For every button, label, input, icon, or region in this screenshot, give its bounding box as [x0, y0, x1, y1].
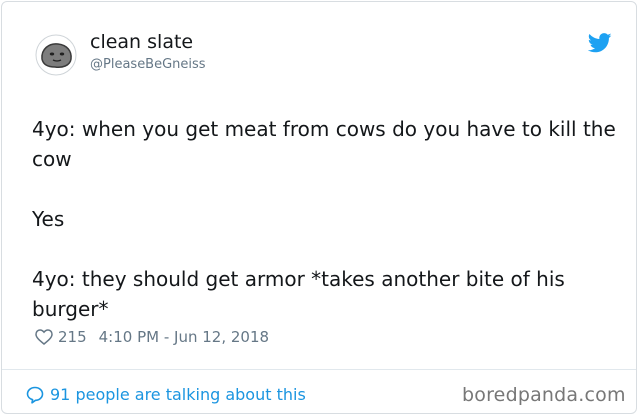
speech-bubble-icon — [26, 386, 44, 404]
twitter-bird-icon[interactable] — [588, 33, 612, 53]
like-count[interactable]: 215 — [58, 328, 87, 346]
tweet-card: clean slate @PleaseBeGneiss 4yo: when yo… — [1, 1, 637, 414]
tweet-line-1: 4yo: when you get meat from cows do you … — [32, 117, 616, 171]
avatar[interactable] — [35, 34, 77, 76]
talking-text: 91 people are talking about this — [50, 385, 306, 404]
tweet-timestamp[interactable]: 4:10 PM - Jun 12, 2018 — [99, 328, 269, 346]
watermark: boredpanda.com — [462, 384, 626, 406]
tweet-line-3: 4yo: they should get armor *takes anothe… — [32, 267, 565, 321]
heart-outline-icon[interactable] — [35, 329, 53, 345]
tweet-text: 4yo: when you get meat from cows do you … — [32, 114, 622, 324]
divider — [2, 369, 636, 370]
tweet-meta: 215 4:10 PM - Jun 12, 2018 — [35, 328, 269, 346]
talking-link[interactable]: 91 people are talking about this — [26, 385, 306, 404]
tweet-line-2: Yes — [32, 207, 65, 231]
user-handle[interactable]: @PleaseBeGneiss — [90, 57, 206, 72]
display-name[interactable]: clean slate — [90, 31, 193, 53]
